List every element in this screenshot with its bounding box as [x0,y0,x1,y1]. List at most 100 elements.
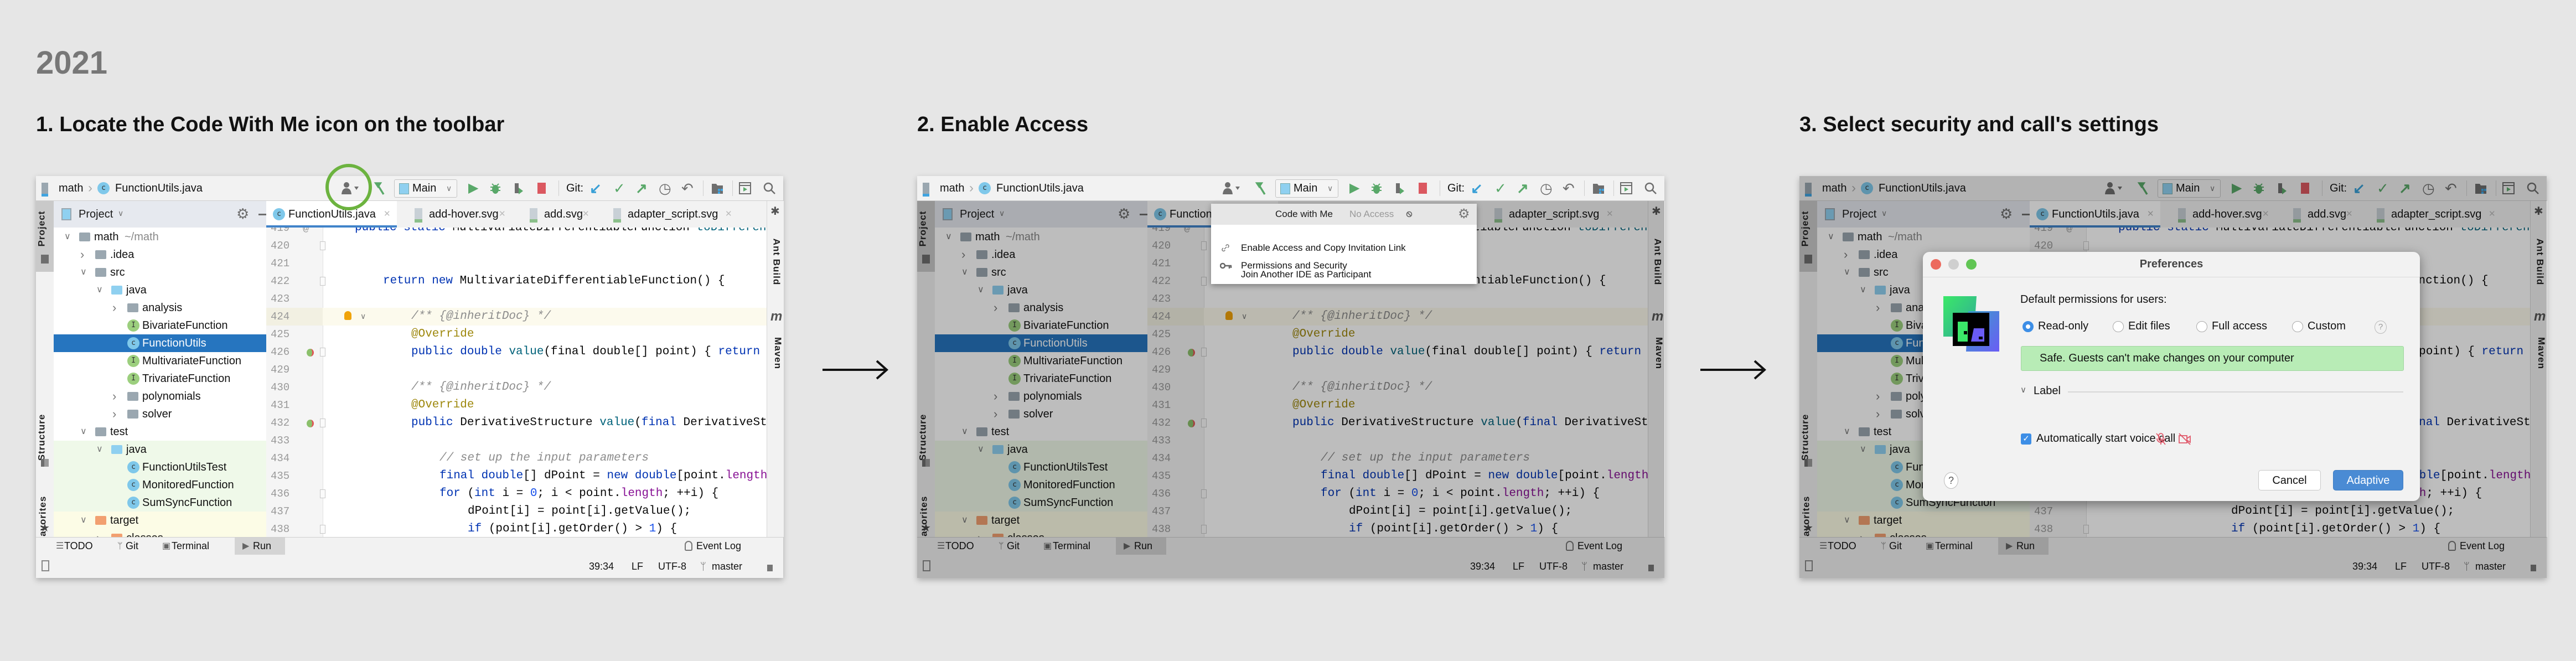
git-push-icon[interactable]: ↗ [1517,176,1529,200]
code-line[interactable]: 426 public double value(final double[] po… [266,343,767,361]
minimize-window-button[interactable] [1948,259,1959,270]
project-structure-icon[interactable] [711,182,723,197]
tree-item[interactable]: ∨ math ~/math [1817,228,2030,246]
debug-icon[interactable] [1371,182,1382,197]
run-icon[interactable]: ▶ [2232,176,2242,200]
fold-marker-icon[interactable] [320,419,325,427]
tree-item[interactable]: › analysis [935,299,1147,317]
stripe-tab-favorites[interactable]: Favorites [37,496,48,543]
run-anything-icon[interactable] [1620,182,1632,197]
editor-tab[interactable]: adapter_script.svg ✕ [2369,201,2502,228]
search-icon[interactable] [763,182,776,198]
tree-item[interactable]: cFunctionUtils [54,334,266,352]
chevron-down-icon[interactable]: ∨ [64,228,71,246]
code-line[interactable]: 431 @Override [266,396,767,414]
tool-window-button-git[interactable]: Git [1889,538,1902,555]
chevron-down-icon[interactable]: ∨ [977,441,984,458]
fold-marker-icon[interactable] [320,241,325,250]
stop-icon[interactable] [537,183,546,194]
code-line[interactable]: 421 [266,255,767,272]
lock-icon[interactable] [1648,565,1654,571]
stripe-tab-project[interactable]: Project [36,211,47,247]
chevron-down-icon[interactable]: ∨ [80,264,87,281]
editor-tab[interactable]: add-hover.svg✕ [407,201,512,228]
git-branch[interactable]: master [2475,555,2506,578]
code-line[interactable]: 423 [1147,290,1648,308]
git-update-icon[interactable]: ↙ [2353,176,2365,200]
editor-tab[interactable]: add.svg✕ [2285,201,2359,228]
rollback-icon[interactable]: ↶ [1563,176,1575,200]
stripe-tab-project[interactable]: Project [917,211,928,247]
chevron-right-icon[interactable]: › [112,299,116,317]
fold-marker-icon[interactable] [1201,348,1207,357]
git-commit-icon[interactable]: ✓ [1494,176,1507,200]
chevron-right-icon[interactable]: › [112,388,116,405]
stripe-tab-structure[interactable]: Structure [917,414,928,461]
line-separator[interactable]: LF [2395,555,2407,578]
coverage-icon[interactable] [1394,182,1405,198]
fold-marker-icon[interactable] [320,277,325,286]
tree-item[interactable]: › solver [935,405,1147,423]
code-line[interactable]: 434 // set up the input parameters [1147,450,1648,467]
code-line[interactable]: 419 public static MultivariateDifferentia… [266,228,767,237]
chevron-down-icon[interactable]: ∨ [2020,385,2026,395]
tree-item[interactable]: ∨ java [935,281,1147,299]
file-encoding[interactable]: UTF-8 [658,555,686,578]
chevron-right-icon[interactable]: › [994,405,997,423]
breadcrumb-file[interactable]: FunctionUtils.java [996,176,1084,200]
code-line[interactable]: 426 public double value(final double[] po… [1147,343,1648,361]
code-line[interactable]: 434 // set up the input parameters [266,450,767,467]
tree-item[interactable]: ITrivariateFunction [935,370,1147,388]
editor-tab[interactable]: adapter_script.svg ✕ [606,201,738,228]
chevron-down-icon[interactable]: ∨ [96,441,103,458]
history-icon[interactable]: ◷ [1540,176,1553,200]
breadcrumb-file[interactable]: FunctionUtils.java [1879,176,1966,200]
rollback-icon[interactable]: ↶ [681,176,694,200]
chevron-right-icon[interactable]: › [977,529,981,537]
close-window-button[interactable] [1931,259,1941,270]
breadcrumb-project[interactable]: math [1822,176,1846,200]
close-tab-icon[interactable]: ✕ [499,201,506,228]
chevron-down-icon[interactable]: ∨ [96,281,103,299]
tree-item[interactable]: ∨ target [1817,512,2030,529]
tree-item[interactable]: › solver [54,405,266,423]
stripe-tab-project[interactable]: Project [1799,211,1811,247]
voice-call-checkbox[interactable]: ✓ [2021,433,2031,445]
tool-window-button-terminal[interactable]: Terminal [1053,538,1090,555]
code-line[interactable]: 419 public static MultivariateDifferentia… [2030,228,2530,237]
chevron-down-icon[interactable]: ∨ [1881,209,1887,218]
project-view-select[interactable]: Project [960,201,994,228]
tree-item[interactable]: cFunctionUtils [935,334,1147,352]
fold-marker-icon[interactable] [1201,525,1207,534]
code-line[interactable]: 424 /** {@inheritDoc} */ ∨ [266,308,767,326]
stop-icon[interactable] [1419,183,1427,194]
tree-item[interactable]: cMonitoredFunction [54,476,266,494]
project-view-select[interactable]: Project [1842,201,1876,228]
git-push-icon[interactable]: ↗ [2399,176,2411,200]
code-with-me-icon[interactable] [1222,181,1244,195]
tool-window-button-todo[interactable]: TODO [64,538,93,555]
tree-item[interactable]: › polynomials [935,388,1147,405]
layout-toggle-icon[interactable] [42,560,49,571]
close-tab-icon[interactable]: ✕ [2147,201,2154,228]
event-log-button[interactable]: Event Log [2460,538,2505,555]
close-tab-icon[interactable]: ✕ [384,201,391,228]
git-commit-icon[interactable]: ✓ [613,176,625,200]
chevron-down-icon[interactable]: ∨ [961,264,968,281]
adaptive-button[interactable]: Adaptive [2333,470,2403,490]
git-commit-icon[interactable]: ✓ [2377,176,2389,200]
settings-gear-icon[interactable]: ⚙ [2000,205,2013,223]
line-separator[interactable]: LF [632,555,643,578]
chevron-down-icon[interactable]: ∨ [80,512,87,529]
cancel-button[interactable]: Cancel [2258,470,2321,490]
chevron-down-icon[interactable]: ∨ [118,209,123,218]
chevron-down-icon[interactable]: ∨ [1844,512,1850,529]
tool-window-button-todo[interactable]: TODO [1828,538,1856,555]
debug-icon[interactable] [2253,182,2264,197]
chevron-right-icon[interactable]: › [80,246,84,264]
zoom-window-button[interactable] [1966,259,1977,270]
git-update-icon[interactable]: ↙ [1471,176,1483,200]
tree-item[interactable]: c SumSyncFunction [54,494,266,512]
chevron-right-icon[interactable]: › [96,529,100,537]
implements-marker-icon[interactable] [1188,349,1195,357]
